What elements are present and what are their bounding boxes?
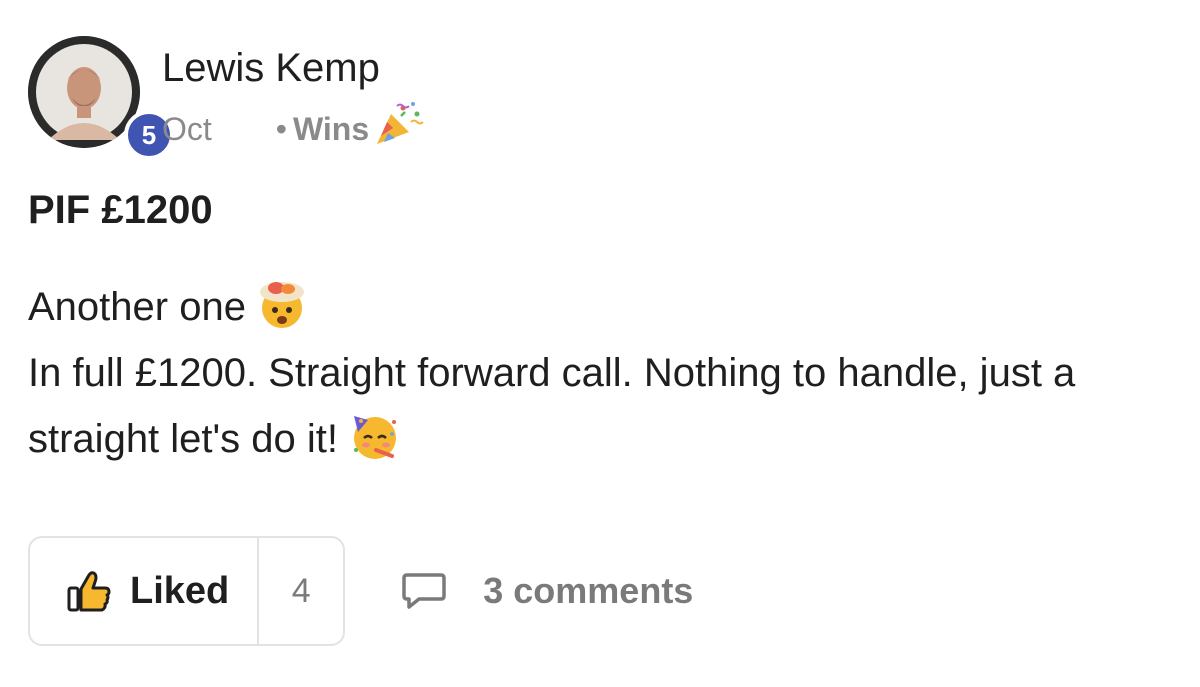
post-title: PIF £1200 bbox=[28, 188, 213, 232]
post-meta: Oct • Wins bbox=[162, 102, 425, 148]
thumbs-up-icon bbox=[67, 571, 111, 612]
post-body-line: Another one bbox=[28, 274, 1178, 340]
post-body-text-2: In full £1200. Straight forward call. No… bbox=[28, 351, 1076, 461]
post-actions: Liked 4 3 comments bbox=[28, 536, 693, 646]
avatar-container[interactable]: 5 bbox=[28, 36, 174, 160]
exploding-head-emoji-icon bbox=[256, 278, 308, 330]
post-header: 5 Lewis Kemp Oct • Wins bbox=[28, 36, 424, 160]
like-label: Liked bbox=[130, 569, 230, 612]
post-date[interactable]: Oct bbox=[162, 111, 212, 148]
comment-bubble-icon bbox=[402, 573, 446, 609]
post-card: 5 Lewis Kemp Oct • Wins PIF £1200 Anothe… bbox=[0, 0, 1200, 687]
post-body-line: In full £1200. Straight forward call. No… bbox=[28, 340, 1178, 472]
post-body: Another one In full £1200. Straight forw… bbox=[28, 274, 1178, 472]
comments-button[interactable]: 3 comments bbox=[401, 570, 693, 612]
like-control: Liked 4 bbox=[28, 536, 346, 646]
author-name[interactable]: Lewis Kemp bbox=[162, 46, 380, 90]
partying-face-emoji-icon bbox=[348, 410, 400, 462]
like-count[interactable]: 4 bbox=[259, 538, 343, 644]
comments-label: 3 comments bbox=[483, 570, 694, 611]
like-button[interactable]: Liked bbox=[30, 538, 260, 644]
party-popper-icon bbox=[373, 100, 425, 148]
post-category[interactable]: Wins bbox=[293, 111, 369, 148]
meta-separator: • bbox=[275, 110, 287, 147]
post-body-text-1: Another one bbox=[28, 285, 246, 329]
